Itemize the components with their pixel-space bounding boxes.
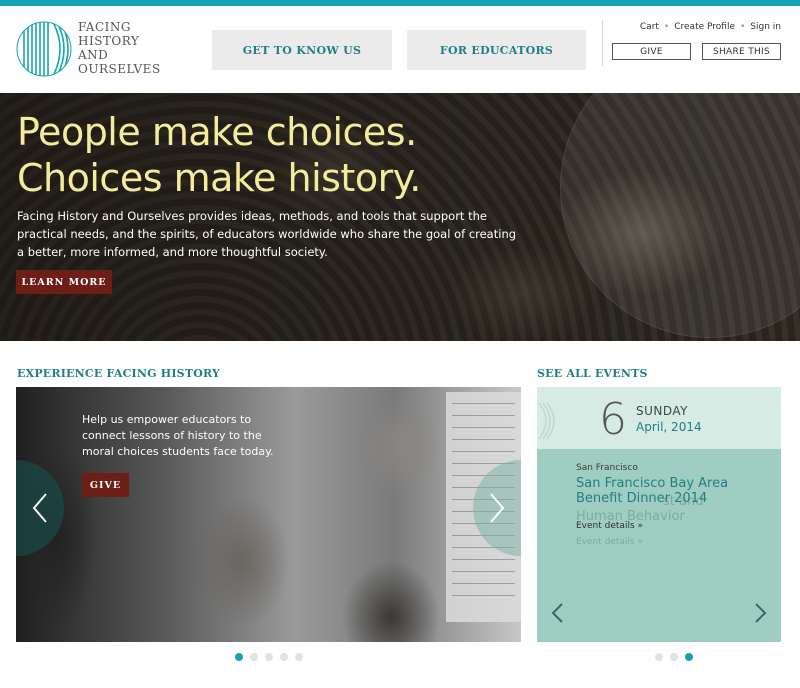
slide-next-button[interactable] bbox=[473, 460, 521, 556]
hero-title: People make choices. Choices make histor… bbox=[17, 109, 421, 201]
experience-pagination bbox=[235, 653, 303, 661]
logo-mark-icon bbox=[538, 402, 555, 440]
top-accent-bar bbox=[0, 0, 800, 6]
share-this-button[interactable]: SHARE THIS bbox=[702, 43, 781, 60]
pagination-dot[interactable] bbox=[265, 653, 273, 661]
event-details-link[interactable]: Event details » bbox=[576, 521, 643, 531]
create-profile-link[interactable]: Create Profile bbox=[674, 22, 735, 32]
pagination-dot[interactable] bbox=[235, 653, 243, 661]
experience-slide-image: Help us empower educators to connect les… bbox=[16, 387, 521, 642]
hero-title-line-2: Choices make history. bbox=[17, 156, 421, 200]
slide-caption: Help us empower educators to connect les… bbox=[82, 413, 274, 458]
logo-mark-icon bbox=[16, 21, 72, 77]
chevron-right-icon bbox=[755, 603, 767, 623]
pagination-dot[interactable] bbox=[655, 653, 663, 661]
event-weekday: SUNDAY bbox=[636, 404, 689, 418]
slide-prev-button[interactable] bbox=[16, 460, 64, 556]
event-city: San Francisco bbox=[576, 463, 638, 473]
pagination-dot[interactable] bbox=[280, 653, 288, 661]
chevron-left-icon bbox=[32, 493, 47, 523]
event-date-header: 6 SUNDAY April, 2014 bbox=[537, 387, 781, 449]
hero-title-line-1: People make choices. bbox=[17, 110, 417, 154]
give-button-header[interactable]: GIVE bbox=[612, 43, 691, 60]
nav-for-educators[interactable]: FOR EDUCATORS bbox=[407, 30, 586, 70]
give-button-slide[interactable]: GIVE bbox=[82, 473, 129, 497]
event-title[interactable]: San Francisco Bay Area Benefit Dinner 20… bbox=[576, 476, 776, 506]
events-prev-button[interactable] bbox=[547, 601, 567, 625]
hero-banner: People make choices. Choices make histor… bbox=[0, 93, 800, 341]
event-day-number: 6 bbox=[599, 394, 627, 445]
chevron-right-icon bbox=[490, 493, 505, 523]
logo[interactable]: FACING HISTORY AND OURSELVES bbox=[16, 20, 176, 80]
events-pagination bbox=[655, 653, 693, 661]
learn-more-button[interactable]: LEARN MORE bbox=[16, 270, 112, 294]
nav-get-to-know-us[interactable]: GET TO KNOW US bbox=[212, 30, 392, 70]
events-card: 6 SUNDAY April, 2014 San Francisco st an… bbox=[537, 387, 781, 642]
pagination-dot[interactable] bbox=[250, 653, 258, 661]
utility-links: Cart • Create Profile • Sign in bbox=[640, 22, 781, 32]
sign-in-link[interactable]: Sign in bbox=[750, 22, 781, 32]
pagination-dot[interactable] bbox=[670, 653, 678, 661]
header-divider bbox=[602, 20, 603, 66]
experience-heading[interactable]: EXPERIENCE FACING HISTORY bbox=[17, 367, 220, 380]
cart-link[interactable]: Cart bbox=[640, 22, 659, 32]
event-details-ghost: Event details » bbox=[576, 537, 643, 547]
events-next-button[interactable] bbox=[751, 601, 771, 625]
chevron-left-icon bbox=[551, 603, 563, 623]
hero-description: Facing History and Ourselves provides id… bbox=[17, 209, 517, 259]
util-separator: • bbox=[739, 22, 746, 32]
event-month-year: April, 2014 bbox=[636, 420, 702, 434]
see-all-events-link[interactable]: SEE ALL EVENTS bbox=[537, 367, 648, 380]
logo-text: FACING HISTORY AND OURSELVES bbox=[78, 20, 161, 76]
util-separator: • bbox=[663, 22, 670, 32]
pagination-dot[interactable] bbox=[685, 653, 693, 661]
pagination-dot[interactable] bbox=[295, 653, 303, 661]
